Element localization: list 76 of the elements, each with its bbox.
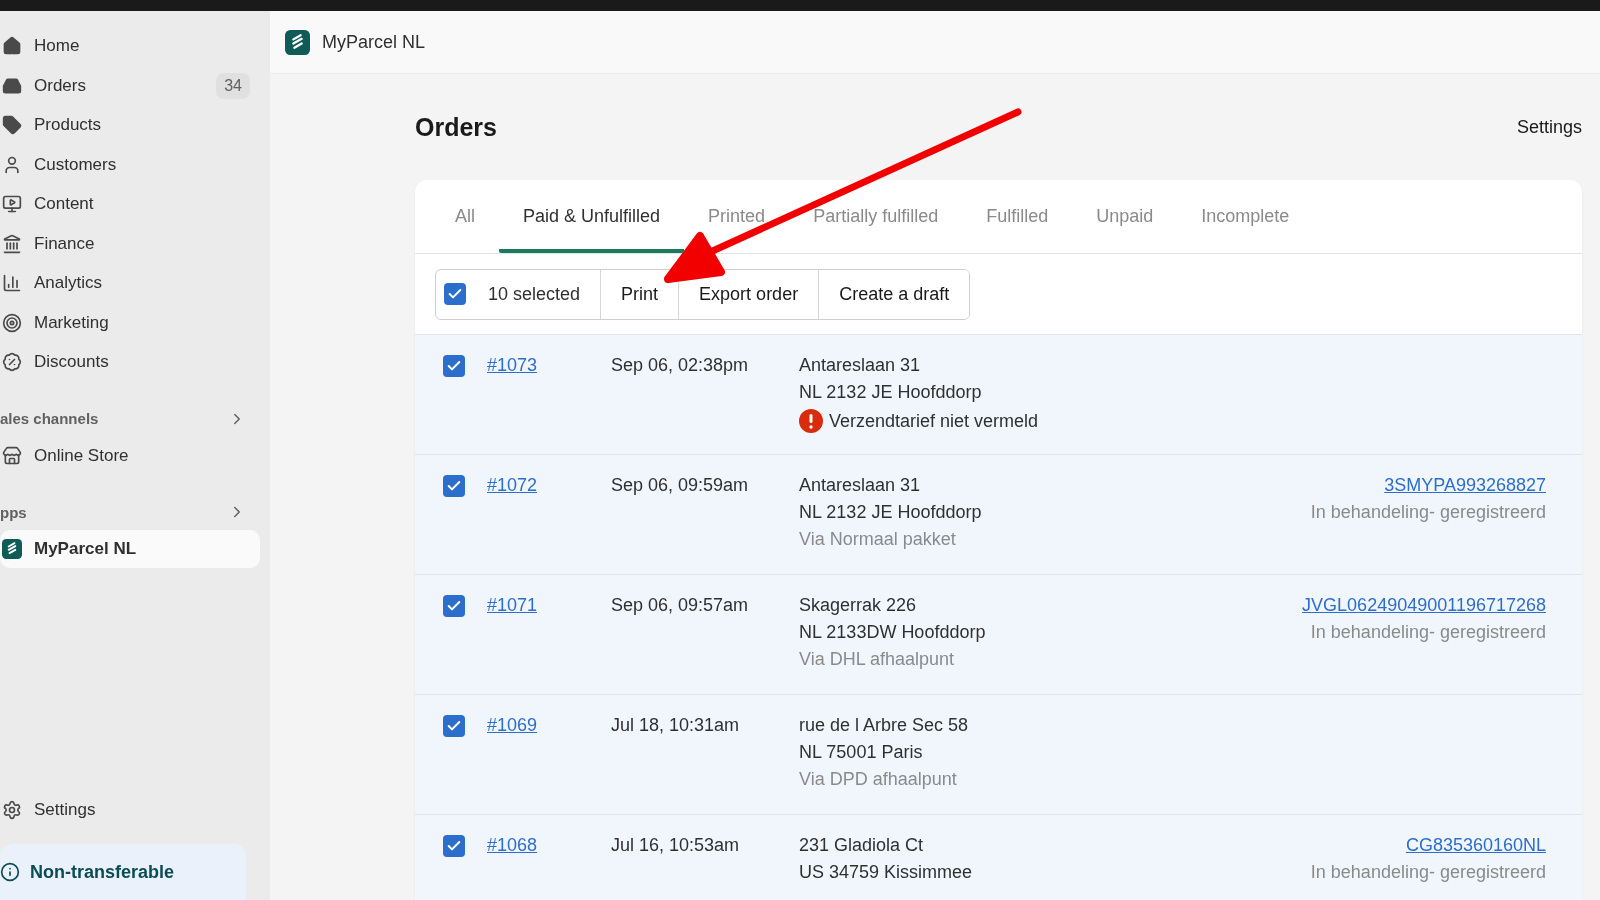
address-line: rue de l Arbre Sec 58 (799, 715, 970, 736)
shipping-method: Via DHL afhaalpunt (799, 649, 956, 670)
shipment-status: In behandeling- geregistreerd (1310, 622, 1546, 643)
store-icon (2, 445, 22, 466)
order-link[interactable]: #1069 (487, 715, 538, 735)
checkbox[interactable] (443, 715, 465, 737)
sidebar-item[interactable]: Discounts (0, 343, 260, 381)
address-line: NL 2132 JE Hoofddorp (799, 502, 983, 523)
tracking-link[interactable]: 3SMYPA993268827 (1384, 475, 1546, 496)
order-link[interactable]: #1072 (487, 475, 538, 495)
address-line: NL 75001 Paris (799, 742, 924, 763)
order-date: Jul 16, 10:53am (611, 835, 741, 856)
bar-chart-icon (2, 273, 22, 293)
address-line: Antareslaan 31 (799, 355, 922, 376)
order-date: Jul 18, 10:31am (611, 715, 741, 736)
selected-count: 10 selected (488, 283, 581, 305)
sidebar-item[interactable]: Marketing (0, 303, 260, 342)
warning-icon (799, 409, 823, 433)
discount-icon (2, 352, 22, 372)
order-row[interactable]: #1072 Sep 06, 09:59am Antareslaan 31 NL 2132 JE Hoofddorp Via Normaal pakket 3SMYPA993268827 In behandeling- geregistreerd (415, 455, 1582, 575)
sidebar-item[interactable]: Settings (0, 790, 260, 829)
shipment-status: In behandeling- geregistreerd (1310, 502, 1546, 523)
banner-text: Non-transferable (30, 861, 175, 883)
sidebar-item[interactable]: Orders 34 (0, 66, 260, 105)
checkbox[interactable] (443, 835, 465, 857)
page-title: Orders (415, 112, 497, 142)
tracking-link[interactable]: JVGL06249049001196717268 (1302, 595, 1546, 616)
shipment-status: In behandeling- geregistreerd (1310, 862, 1546, 883)
sidebar-item[interactable]: Home (0, 27, 260, 65)
section-heading: pps (0, 503, 28, 521)
sidebar-item[interactable]: Finance (0, 224, 260, 263)
checkbox[interactable] (443, 475, 465, 497)
sidebar-item[interactable]: MyParcel NL (0, 530, 260, 568)
bank-icon (2, 233, 22, 254)
order-row[interactable]: #1071 Sep 06, 09:57am Skagerrak 226 NL 2133DW Hoofddorp Via DHL afhaalpunt JVGL06249049001196717268 In behandeling- geregistreerd (415, 575, 1582, 695)
checkbox[interactable] (444, 283, 466, 305)
order-date: Sep 06, 02:38pm (611, 355, 750, 376)
address-line: US 34759 Kissimmee (799, 862, 974, 883)
order-link[interactable]: #1073 (487, 355, 538, 375)
order-date: Sep 06, 09:59am (611, 475, 750, 496)
warning-text: Verzendtarief niet vermeld (829, 410, 1039, 432)
address-line: NL 2132 JE Hoofddorp (799, 382, 983, 403)
target-icon (2, 312, 22, 333)
sidebar-item[interactable]: Online Store (0, 436, 260, 475)
order-link[interactable]: #1068 (487, 835, 538, 855)
app-logo-icon (2, 539, 22, 559)
order-row[interactable]: #1069 Jul 18, 10:31am rue de l Arbre Sec 58 NL 75001 Paris Via DPD afhaalpunt (415, 695, 1582, 815)
checkbox[interactable] (443, 595, 465, 617)
sidebar-item[interactable]: Analytics (0, 264, 260, 302)
count-badge: 34 (216, 72, 250, 99)
order-date: Sep 06, 09:57am (611, 595, 750, 616)
section-heading: ales channels (0, 410, 100, 427)
filter-tab[interactable]: Paid & Unfulfilled (499, 180, 685, 253)
sidebar-item[interactable]: Customers (0, 145, 260, 184)
sidebar-item[interactable]: Products (0, 106, 260, 144)
shipping-method: Via Normaal pakket (799, 529, 957, 550)
home-icon (2, 36, 22, 56)
tag-icon (2, 115, 22, 135)
address-line: Antareslaan 31 (799, 475, 922, 496)
order-row[interactable]: #1073 Sep 06, 02:38pm Antareslaan 31 NL 2132 JE Hoofddorp Verzendtarief niet vermeld (415, 335, 1582, 455)
order-row[interactable]: #1068 Jul 16, 10:53am 231 Gladiola Ct US 34759 Kissimmee CG835360160NL In behandeling- geregistreerd (415, 815, 1582, 900)
shipping-method: Via DPD afhaalpunt (799, 769, 958, 790)
tracking-link[interactable]: CG835360160NL (1405, 835, 1546, 856)
address-line: NL 2133DW Hoofddorp (799, 622, 987, 643)
app-logo-icon (285, 29, 310, 55)
sidebar-item[interactable]: Content (0, 185, 260, 223)
address-line: 231 Gladiola Ct (799, 835, 925, 856)
settings-icon (2, 799, 22, 820)
app-title: MyParcel NL (322, 31, 426, 53)
filter-tab[interactable]: Printed (684, 180, 790, 253)
person-icon (2, 154, 22, 175)
checkbox[interactable] (443, 355, 465, 377)
address-line: Skagerrak 226 (799, 595, 918, 616)
info-icon (0, 862, 20, 882)
order-link[interactable]: #1071 (487, 595, 538, 615)
settings-link[interactable]: Settings (1516, 116, 1582, 138)
